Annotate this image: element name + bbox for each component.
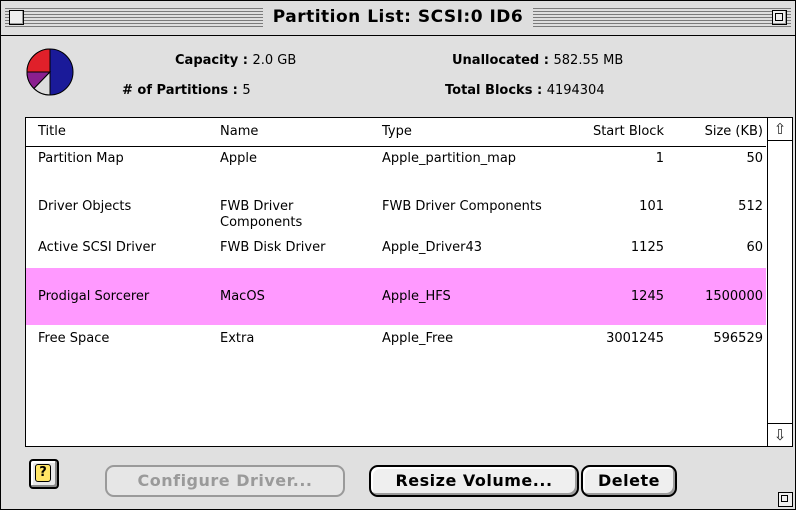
header-start-block[interactable]: Start Block	[593, 124, 664, 139]
cell-size: 512	[738, 199, 763, 214]
vertical-scrollbar[interactable]: ⇧ ⇩	[767, 118, 792, 446]
table-header: Title Name Type Start Block Size (KB)	[26, 118, 766, 147]
table-row[interactable]: Partition Map Apple Apple_partition_map …	[26, 147, 766, 177]
partitions-value: 5	[242, 83, 251, 98]
cell-title: Prodigal Sorcerer	[38, 289, 150, 304]
cell-title: Free Space	[38, 331, 110, 346]
cell-start-block: 1125	[630, 240, 664, 255]
cell-type: Apple_partition_map	[382, 151, 517, 166]
delete-button[interactable]: Delete	[581, 465, 677, 497]
partition-table[interactable]: Title Name Type Start Block Size (KB) Pa…	[25, 117, 793, 447]
total-blocks-info: Total Blocks : 4194304	[445, 83, 605, 98]
total-blocks-label: Total Blocks :	[445, 83, 547, 98]
header-type[interactable]: Type	[382, 124, 412, 139]
cell-type: FWB Driver Components	[382, 199, 542, 214]
unallocated-value: 582.55 MB	[553, 53, 624, 68]
window-title: Partition List: SCSI:0 ID6	[262, 7, 534, 27]
cell-type: Apple_Free	[382, 331, 454, 346]
table-row[interactable]: Active SCSI Driver FWB Disk Driver Apple…	[26, 231, 766, 267]
capacity-label: Capacity :	[175, 53, 253, 68]
grow-box-icon[interactable]	[778, 492, 793, 507]
window-title-wrap: Partition List: SCSI:0 ID6	[1, 7, 795, 27]
cell-name-line2: Components	[220, 215, 303, 230]
table-row[interactable]: Free Space Extra Apple_Free 3001245 5965…	[26, 325, 766, 355]
help-question-icon: ?	[35, 464, 51, 482]
partition-list-window: Partition List: SCSI:0 ID6 Capacity : 2.…	[0, 0, 796, 510]
cell-title: Active SCSI Driver	[38, 240, 156, 255]
table-row-selected[interactable]: Prodigal Sorcerer MacOS Apple_HFS 1245 1…	[26, 268, 766, 325]
cell-size: 60	[746, 240, 763, 255]
cell-start-block: 101	[639, 199, 664, 214]
scroll-up-arrow-icon[interactable]: ⇧	[768, 118, 792, 141]
title-bar[interactable]: Partition List: SCSI:0 ID6	[1, 1, 795, 36]
cell-size: 1500000	[705, 289, 763, 304]
help-button[interactable]: ?	[29, 459, 59, 489]
capacity-info: Capacity : 2.0 GB	[175, 53, 296, 68]
cell-name: Extra	[220, 331, 255, 346]
cell-type: Apple_Driver43	[382, 240, 483, 255]
table-row[interactable]: Driver Objects FWB Driver Components FWB…	[26, 177, 766, 231]
cell-start-block: 1245	[630, 289, 664, 304]
cell-type: Apple_HFS	[382, 289, 451, 304]
disk-usage-pie-icon	[26, 48, 74, 96]
partitions-info: # of Partitions : 5	[122, 83, 251, 98]
cell-title: Driver Objects	[38, 199, 132, 214]
cell-size: 50	[746, 151, 763, 166]
configure-driver-button[interactable]: Configure Driver...	[105, 465, 345, 497]
resize-volume-button[interactable]: Resize Volume...	[369, 465, 579, 497]
capacity-value: 2.0 GB	[252, 53, 297, 68]
cell-name: Apple	[220, 151, 258, 166]
unallocated-label: Unallocated :	[452, 53, 554, 68]
cell-title: Partition Map	[38, 151, 124, 166]
header-size[interactable]: Size (KB)	[705, 124, 763, 139]
header-name[interactable]: Name	[220, 124, 258, 139]
cell-size: 596529	[713, 331, 763, 346]
cell-start-block: 1	[655, 151, 664, 166]
cell-start-block: 3001245	[606, 331, 664, 346]
header-title[interactable]: Title	[38, 124, 66, 139]
scroll-down-arrow-icon[interactable]: ⇩	[768, 423, 792, 446]
total-blocks-value: 4194304	[546, 83, 605, 98]
cell-name: MacOS	[220, 289, 265, 304]
partitions-label: # of Partitions :	[122, 83, 243, 98]
cell-name: FWB Driver	[220, 199, 294, 214]
cell-name: FWB Disk Driver	[220, 240, 326, 255]
unallocated-info: Unallocated : 582.55 MB	[452, 53, 623, 68]
